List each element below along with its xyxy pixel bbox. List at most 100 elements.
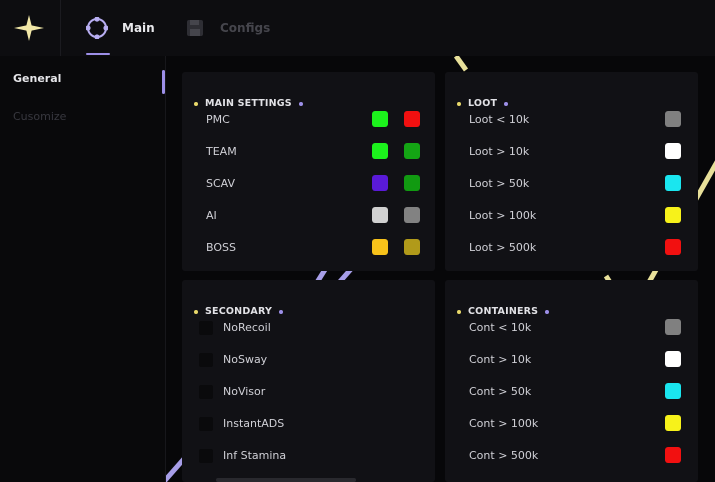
toggle-label: NoRecoil — [223, 321, 271, 334]
panel-header: MAIN SETTINGS — [194, 98, 303, 109]
tab-configs[interactable]: Configs — [184, 0, 270, 56]
checkbox[interactable] — [199, 417, 213, 431]
panel-header: CONTAINERS — [457, 306, 550, 317]
purple-dot-icon — [504, 101, 509, 106]
color-swatch[interactable] — [665, 351, 681, 367]
yellow-dot-icon — [194, 101, 198, 106]
color-swatch[interactable] — [665, 175, 681, 191]
panel-title: MAIN SETTINGS — [205, 98, 292, 109]
sidebar-item-customize[interactable]: Cusomize — [13, 110, 66, 123]
color-swatch[interactable] — [665, 415, 681, 431]
tab-main-label: Main — [122, 21, 155, 35]
container-row: Cont > 100k — [445, 415, 698, 433]
sparkle-icon — [14, 15, 44, 41]
loot-label: Loot > 10k — [469, 145, 530, 158]
panel-main-settings: MAIN SETTINGS PMC TEAM SCAV AI BOSS — [182, 72, 435, 271]
panel-title: LOOT — [468, 98, 498, 109]
color-swatch[interactable] — [665, 319, 681, 335]
container-row: Cont > 500k — [445, 447, 698, 465]
save-icon — [184, 17, 206, 39]
setting-label: PMC — [206, 113, 230, 126]
purple-dot-icon — [298, 101, 303, 106]
setting-row-scav: SCAV — [182, 175, 435, 193]
toggle-row-instantads[interactable]: InstantADS — [182, 415, 435, 433]
setting-label: BOSS — [206, 241, 236, 254]
setting-row-team: TEAM — [182, 143, 435, 161]
panel-title: SECONDARY — [205, 306, 273, 317]
tab-main[interactable]: Main — [86, 0, 155, 56]
sidebar-active-indicator — [162, 70, 165, 94]
color-swatch[interactable] — [372, 207, 388, 223]
container-label: Cont > 100k — [469, 417, 539, 430]
container-label: Cont > 500k — [469, 449, 539, 462]
toggle-label: NoVisor — [223, 385, 266, 398]
loot-label: Loot > 500k — [469, 241, 537, 254]
panel-containers: CONTAINERS Cont < 10k Cont > 10k Cont > … — [445, 280, 698, 482]
toggle-row-novisor[interactable]: NoVisor — [182, 383, 435, 401]
active-tab-indicator — [86, 53, 110, 55]
color-swatch[interactable] — [372, 143, 388, 159]
sidebar-item-general[interactable]: General — [13, 72, 61, 85]
container-row: Cont > 10k — [445, 351, 698, 369]
color-swatch[interactable] — [665, 111, 681, 127]
crosshair-icon — [86, 17, 108, 39]
color-swatch[interactable] — [404, 111, 420, 127]
panel-header: SECONDARY — [194, 306, 284, 317]
toggle-row-inf-stamina[interactable]: Inf Stamina — [182, 447, 435, 465]
yellow-dot-icon — [457, 309, 461, 314]
bottom-glow — [216, 478, 356, 482]
color-swatch[interactable] — [404, 143, 420, 159]
container-row: Cont < 10k — [445, 319, 698, 337]
toggle-label: NoSway — [223, 353, 268, 366]
checkbox[interactable] — [199, 321, 213, 335]
loot-label: Loot > 100k — [469, 209, 537, 222]
color-swatch[interactable] — [665, 447, 681, 463]
toggle-row-nosway[interactable]: NoSway — [182, 351, 435, 369]
yellow-dot-icon — [457, 101, 461, 106]
color-swatch[interactable] — [404, 207, 420, 223]
checkbox[interactable] — [199, 385, 213, 399]
purple-dot-icon — [545, 309, 550, 314]
loot-row: Loot > 500k — [445, 239, 698, 257]
color-swatch[interactable] — [404, 239, 420, 255]
setting-row-ai: AI — [182, 207, 435, 225]
purple-dot-icon — [279, 309, 284, 314]
setting-row-boss: BOSS — [182, 239, 435, 257]
color-swatch[interactable] — [372, 239, 388, 255]
sidebar: General Cusomize — [0, 56, 166, 482]
setting-label: TEAM — [206, 145, 237, 158]
loot-label: Loot < 10k — [469, 113, 530, 126]
panel-header: LOOT — [457, 98, 509, 109]
setting-label: SCAV — [206, 177, 236, 190]
color-swatch[interactable] — [665, 143, 681, 159]
content-area: MAIN SETTINGS PMC TEAM SCAV AI BOSS LOOT… — [166, 56, 715, 482]
container-row: Cont > 50k — [445, 383, 698, 401]
loot-row: Loot < 10k — [445, 111, 698, 129]
setting-row-pmc: PMC — [182, 111, 435, 129]
setting-label: AI — [206, 209, 217, 222]
color-swatch[interactable] — [665, 207, 681, 223]
panel-loot: LOOT Loot < 10k Loot > 10k Loot > 50k Lo… — [445, 72, 698, 271]
color-swatch[interactable] — [372, 175, 388, 191]
toggle-label: Inf Stamina — [223, 449, 287, 462]
panel-title: CONTAINERS — [468, 306, 539, 317]
checkbox[interactable] — [199, 449, 213, 463]
toggle-row-norecoil[interactable]: NoRecoil — [182, 319, 435, 337]
logo — [0, 0, 61, 56]
panel-secondary: SECONDARY NoRecoil NoSway NoVisor Instan… — [182, 280, 435, 482]
loot-label: Loot > 50k — [469, 177, 530, 190]
color-swatch[interactable] — [404, 175, 420, 191]
tab-configs-label: Configs — [220, 21, 271, 35]
toggle-label: InstantADS — [223, 417, 285, 430]
checkbox[interactable] — [199, 353, 213, 367]
color-swatch[interactable] — [665, 239, 681, 255]
top-bar: Main Configs — [0, 0, 715, 56]
container-label: Cont > 10k — [469, 353, 532, 366]
color-swatch[interactable] — [372, 111, 388, 127]
container-label: Cont > 50k — [469, 385, 532, 398]
loot-row: Loot > 50k — [445, 175, 698, 193]
loot-row: Loot > 100k — [445, 207, 698, 225]
yellow-dot-icon — [194, 309, 198, 314]
container-label: Cont < 10k — [469, 321, 532, 334]
color-swatch[interactable] — [665, 383, 681, 399]
